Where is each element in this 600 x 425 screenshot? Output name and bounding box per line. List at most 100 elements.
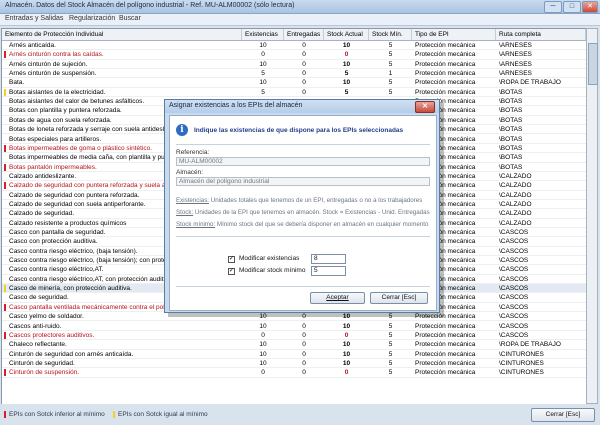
almacen-field: Almacén del polígono industrial: [176, 177, 430, 186]
cell-ruta: \CINTURONES: [499, 369, 544, 377]
desc-stock-minimo-text: Mínimo stock del que se debería disponer…: [215, 221, 429, 228]
cell-sa: 10: [342, 359, 351, 367]
modify-existencias-checkbox[interactable]: ✓: [228, 256, 235, 263]
table-row[interactable]: Bata. 10 0 10 5 Protección mecánica \ROPA DE T…: [2, 78, 586, 88]
maximize-button[interactable]: □: [563, 1, 581, 13]
dialog-title-bar: Asignar existencias a los EPIs del almac…: [165, 100, 439, 113]
desc-stock-minimo: Stock mínimo: Mínimo stock del que se de…: [176, 221, 428, 228]
existencias-input[interactable]: 8: [311, 254, 346, 264]
cell-ex: 5: [261, 88, 265, 96]
table-row[interactable]: Arnés cinturón de suspensión. 5 0 5 1 Protecc…: [2, 69, 586, 79]
cell-ex: 0: [261, 331, 265, 339]
cell-ruta: \BOTAS: [499, 154, 523, 162]
close-window-button[interactable]: ✕: [582, 1, 598, 13]
table-row[interactable]: Botas aislantes de la electricidad. 5 0 5 5 P…: [2, 88, 586, 98]
cell-elemento: Arnés cinturón de sujeción.: [9, 60, 88, 68]
menu-regularizacion[interactable]: Regularización: [69, 15, 115, 22]
cell-sa: 0: [344, 51, 349, 59]
cell-en: 0: [302, 369, 306, 377]
menu-bar: Entradas y Salidas Regularización Buscar: [0, 14, 600, 26]
dialog-close-button[interactable]: ✕: [415, 101, 435, 113]
table-row[interactable]: Arnés cinturón contra las caídas. 0 0 0 5 Pro…: [2, 50, 586, 60]
table-row[interactable]: Cinturón de seguridad. 10 0 10 5 Protección m…: [2, 359, 586, 369]
modify-stock-minimo-checkbox[interactable]: ✓: [228, 268, 235, 275]
table-row[interactable]: Arnés cinturón de sujeción. 10 0 10 5 Protecc…: [2, 60, 586, 70]
stock-below-min-marker-icon: [4, 303, 6, 311]
menu-buscar[interactable]: Buscar: [119, 15, 141, 22]
col-header-tipo-epi[interactable]: Tipo de EPI: [412, 29, 496, 40]
divider: [176, 286, 430, 287]
stock-below-min-marker-icon: [4, 163, 6, 171]
cell-ruta: \CASCOS: [499, 322, 529, 330]
col-header-elemento[interactable]: Elemento de Protección Individual: [2, 29, 242, 40]
cell-tipo-epi: Protección mecánica: [415, 350, 476, 358]
cell-tipo-epi: Protección mecánica: [415, 331, 476, 339]
table-row[interactable]: Cinturón de suspensión. 0 0 0 5 Protección me…: [2, 368, 586, 378]
table-row[interactable]: Cinturón de seguridad con arnés anticaíd…: [2, 350, 586, 359]
cell-en: 0: [302, 60, 306, 68]
cell-tipo-epi: Protección mecánica: [415, 322, 476, 330]
cell-sm: 5: [388, 331, 393, 339]
accept-button[interactable]: Aceptar: [310, 292, 365, 304]
cell-sa: 10: [342, 341, 351, 349]
col-header-existencias[interactable]: Existencias: [242, 29, 284, 40]
cell-ruta: \CASCOS: [499, 331, 529, 339]
cell-tipo-epi: Protección mecánica: [415, 88, 476, 96]
cell-sa: 5: [344, 88, 349, 96]
cell-ruta: \CASCOS: [499, 257, 529, 265]
cell-elemento: Arnés cinturón de suspensión.: [9, 70, 97, 78]
cell-ruta: \CALZADO: [499, 219, 532, 227]
cell-ex: 10: [259, 341, 267, 349]
cell-ex: 0: [261, 369, 265, 377]
cell-ruta: \CASCOS: [499, 294, 529, 302]
table-row[interactable]: Arnés anticaída. 10 0 10 5 Protección mecánic…: [2, 41, 586, 51]
col-header-stock-actual[interactable]: Stock Actual: [324, 29, 369, 40]
cell-en: 0: [302, 70, 306, 78]
cell-ruta: \CASCOS: [499, 313, 529, 321]
table-row[interactable]: Cascos anti-ruido. 10 0 10 5 Protección mecán…: [2, 322, 586, 331]
col-header-stock-min[interactable]: Stock Mín.: [369, 29, 412, 40]
cell-ruta: \ARNESES: [499, 60, 532, 68]
cell-ruta: \CALZADO: [499, 182, 532, 190]
table-row[interactable]: Chaleco reflectante. 10 0 10 5 Protección mec…: [2, 340, 586, 350]
vertical-scrollbar[interactable]: [586, 28, 598, 404]
desc-stock-term: Stock:: [176, 209, 194, 216]
stock-below-min-marker-icon: [4, 182, 6, 190]
cell-ruta: \ARNESES: [499, 42, 532, 49]
cell-ruta: \CASCOS: [499, 238, 529, 246]
stock-below-min-marker-icon: [4, 331, 6, 339]
minimize-button[interactable]: ─: [544, 1, 562, 13]
cell-sm: 5: [388, 341, 393, 349]
scrollbar-thumb[interactable]: [588, 43, 598, 85]
cell-ruta: \CINTURONES: [499, 359, 544, 367]
col-header-entregadas[interactable]: Entregadas: [284, 29, 324, 40]
table-header: Elemento de Protección Individual Existe…: [2, 29, 586, 41]
stock-minimo-input[interactable]: 5: [311, 266, 346, 276]
table-row[interactable]: Cascos protectores auditivos. 0 0 0 5 Protecc…: [2, 331, 586, 341]
dialog-cancel-button[interactable]: Cerrar [Esc]: [370, 292, 428, 304]
cell-ruta: \CALZADO: [499, 191, 532, 199]
cell-tipo-epi: Protección mecánica: [415, 60, 476, 68]
cell-ruta: \CASCOS: [499, 247, 529, 255]
cell-tipo-epi: Protección mecánica: [415, 79, 476, 87]
cell-ex: 10: [259, 322, 267, 330]
cell-elemento: Cascos anti-ruido.: [9, 322, 62, 330]
dialog-title: Asignar existencias a los EPIs del almac…: [169, 102, 303, 109]
cell-ruta: \ARNESES: [499, 51, 532, 59]
cell-en: 0: [302, 322, 306, 330]
cell-ruta: \ARNESES: [499, 70, 532, 78]
cell-tipo-epi: Protección mecánica: [415, 359, 476, 367]
col-header-ruta[interactable]: Ruta completa: [496, 29, 586, 40]
cell-en: 0: [302, 359, 306, 367]
menu-entradas-salidas[interactable]: Entradas y Salidas: [5, 15, 63, 22]
cell-ex: 10: [259, 79, 267, 87]
cell-ex: 10: [259, 359, 267, 367]
red-marker-icon: [4, 411, 6, 418]
cell-sa: 10: [342, 79, 351, 87]
dialog-body: i Indique las existencias de que dispone…: [169, 115, 437, 311]
main-close-button[interactable]: Cerrar [Esc]: [531, 408, 595, 422]
cell-tipo-epi: Protección mecánica: [415, 42, 476, 49]
dialog-heading: Indique las existencias de que dispone p…: [194, 127, 404, 134]
cell-sm: 1: [388, 70, 393, 78]
cell-sm: 5: [388, 350, 393, 358]
